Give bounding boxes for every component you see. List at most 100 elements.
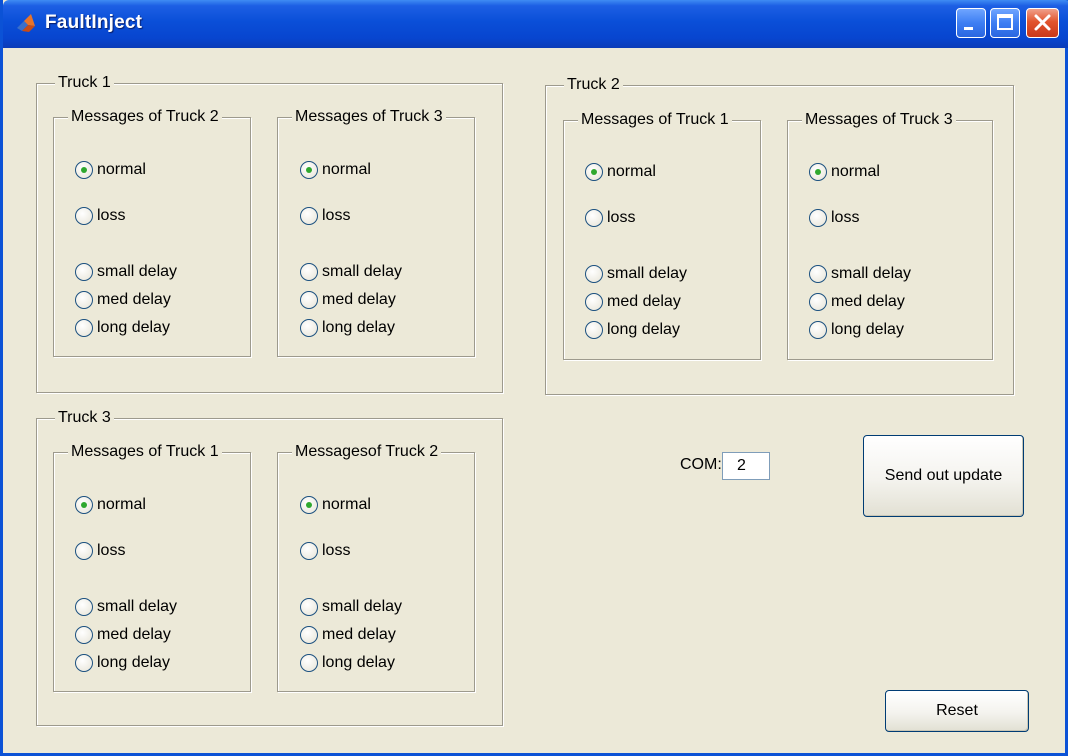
truck-3-title: Truck 3 — [55, 408, 114, 428]
radio-small-delay[interactable]: small delay — [809, 263, 911, 285]
radio-med-delay[interactable]: med delay — [300, 624, 396, 646]
radio-med-delay[interactable]: med delay — [809, 291, 905, 313]
radio-circle-icon — [300, 161, 318, 179]
radio-circle-icon — [809, 321, 827, 339]
radio-normal[interactable]: normal — [75, 494, 146, 516]
reset-button[interactable]: Reset — [885, 690, 1029, 732]
radio-circle-icon — [585, 293, 603, 311]
radio-long-delay[interactable]: long delay — [75, 317, 170, 339]
radio-label: med delay — [607, 293, 681, 310]
group-title: Messages of Truck 1 — [578, 110, 732, 130]
radio-label: long delay — [322, 319, 395, 336]
title-bar[interactable]: FaultInject — [3, 0, 1068, 48]
radio-circle-icon — [300, 207, 318, 225]
radio-label: small delay — [97, 263, 178, 280]
radio-label: long delay — [97, 654, 170, 671]
radio-circle-icon — [585, 265, 603, 283]
radio-small-delay[interactable]: small delay — [300, 261, 402, 283]
radio-long-delay[interactable]: long delay — [809, 319, 904, 341]
close-button[interactable] — [1026, 8, 1059, 38]
radio-label: med delay — [322, 626, 396, 643]
maximize-icon — [997, 14, 1013, 30]
radio-label: long delay — [607, 321, 680, 338]
radio-loss[interactable]: loss — [75, 540, 125, 562]
radio-loss[interactable]: loss — [585, 207, 635, 229]
radio-label: normal — [322, 496, 371, 513]
radio-label: normal — [831, 163, 880, 180]
radio-circle-icon — [75, 654, 93, 672]
radio-label: small delay — [322, 263, 403, 280]
group-title: Messages of Truck 1 — [68, 442, 222, 462]
radio-label: normal — [322, 161, 371, 178]
radio-circle-icon — [300, 626, 318, 644]
com-label: COM: — [680, 456, 722, 473]
minimize-icon — [964, 27, 973, 30]
radio-long-delay[interactable]: long delay — [75, 652, 170, 674]
radio-circle-icon — [75, 598, 93, 616]
radio-label: normal — [607, 163, 656, 180]
radio-small-delay[interactable]: small delay — [585, 263, 687, 285]
radio-loss[interactable]: loss — [300, 540, 350, 562]
radio-label: long delay — [97, 319, 170, 336]
radio-med-delay[interactable]: med delay — [585, 291, 681, 313]
radio-label: small delay — [607, 265, 688, 282]
com-port-input[interactable] — [722, 452, 770, 480]
radio-circle-icon — [300, 598, 318, 616]
radio-circle-icon — [75, 542, 93, 560]
radio-circle-icon — [75, 263, 93, 281]
radio-circle-icon — [75, 319, 93, 337]
truck-1-title: Truck 1 — [55, 73, 114, 93]
maximize-button[interactable] — [990, 8, 1020, 38]
window-title: FaultInject — [45, 12, 143, 33]
radio-circle-icon — [809, 265, 827, 283]
radio-label: med delay — [831, 293, 905, 310]
radio-normal[interactable]: normal — [809, 161, 880, 183]
radio-label: long delay — [322, 654, 395, 671]
radio-label: small delay — [322, 598, 403, 615]
radio-circle-icon — [75, 496, 93, 514]
radio-label: loss — [322, 207, 351, 224]
radio-long-delay[interactable]: long delay — [300, 652, 395, 674]
radio-circle-icon — [809, 163, 827, 181]
radio-long-delay[interactable]: long delay — [585, 319, 680, 341]
radio-label: small delay — [97, 598, 178, 615]
radio-circle-icon — [75, 207, 93, 225]
radio-loss[interactable]: loss — [300, 205, 350, 227]
radio-label: loss — [97, 207, 126, 224]
radio-med-delay[interactable]: med delay — [75, 289, 171, 311]
radio-label: med delay — [322, 291, 396, 308]
group-title: Messages of Truck 3 — [292, 107, 446, 127]
radio-circle-icon — [75, 161, 93, 179]
radio-circle-icon — [300, 496, 318, 514]
app-window: FaultInject Truck 1 Messages of Truck 2 … — [0, 0, 1068, 756]
radio-small-delay[interactable]: small delay — [300, 596, 402, 618]
truck-2-title: Truck 2 — [564, 75, 623, 95]
radio-label: normal — [97, 496, 146, 513]
radio-normal[interactable]: normal — [300, 494, 371, 516]
radio-small-delay[interactable]: small delay — [75, 261, 177, 283]
radio-loss[interactable]: loss — [809, 207, 859, 229]
radio-med-delay[interactable]: med delay — [75, 624, 171, 646]
radio-label: long delay — [831, 321, 904, 338]
radio-circle-icon — [585, 209, 603, 227]
radio-label: med delay — [97, 291, 171, 308]
radio-small-delay[interactable]: small delay — [75, 596, 177, 618]
radio-normal[interactable]: normal — [300, 159, 371, 181]
minimize-button[interactable] — [956, 8, 986, 38]
radio-circle-icon — [809, 293, 827, 311]
radio-circle-icon — [585, 163, 603, 181]
radio-med-delay[interactable]: med delay — [300, 289, 396, 311]
send-update-button[interactable]: Send out update — [863, 435, 1024, 517]
radio-label: normal — [97, 161, 146, 178]
radio-circle-icon — [300, 654, 318, 672]
radio-normal[interactable]: normal — [585, 161, 656, 183]
radio-normal[interactable]: normal — [75, 159, 146, 181]
radio-label: loss — [831, 209, 860, 226]
close-icon — [1034, 14, 1051, 31]
radio-circle-icon — [300, 263, 318, 281]
radio-loss[interactable]: loss — [75, 205, 125, 227]
radio-circle-icon — [75, 291, 93, 309]
radio-label: loss — [322, 542, 351, 559]
radio-long-delay[interactable]: long delay — [300, 317, 395, 339]
radio-circle-icon — [75, 626, 93, 644]
